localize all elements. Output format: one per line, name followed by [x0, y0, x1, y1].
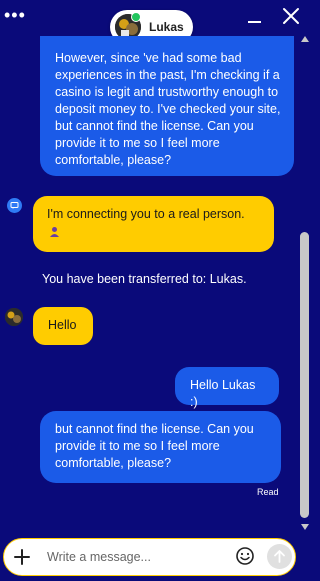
system-message: You have been transferred to: Lukas. [42, 272, 247, 286]
bot-message-bubble: I'm connecting you to a real person. [33, 196, 274, 252]
user-message-bubble: Hello Lukas :) [175, 367, 279, 409]
message-text: Hello [48, 318, 77, 332]
add-icon[interactable] [12, 547, 32, 567]
agent-avatar-small [5, 308, 23, 326]
agent-message-bubble: Hello [33, 307, 93, 345]
read-receipt: Read [257, 487, 279, 497]
scrollbar-thumb[interactable] [300, 232, 309, 518]
scroll-up-arrow-icon[interactable] [301, 36, 309, 42]
message-text: Hello Lukas :) [190, 378, 256, 409]
user-message-bubble: but cannot find the license. Can you pro… [40, 411, 281, 483]
bot-icon [7, 198, 22, 213]
agent-name: Lukas [149, 20, 184, 34]
message-text: but cannot find the license. Can you pro… [55, 422, 254, 470]
scrollbar[interactable] [300, 36, 310, 534]
close-icon[interactable] [282, 7, 302, 27]
online-status-dot [131, 12, 141, 22]
message-text: I'm connecting you to a real person. [47, 207, 245, 221]
emoji-icon[interactable] [235, 546, 255, 566]
scroll-down-arrow-icon[interactable] [301, 524, 309, 530]
menu-dots-icon[interactable]: ••• [4, 6, 26, 24]
person-icon [50, 227, 59, 238]
send-button[interactable] [267, 544, 292, 569]
minimize-icon[interactable] [247, 12, 263, 28]
send-arrow-icon [274, 550, 285, 563]
message-composer [3, 538, 296, 576]
user-message-bubble: However, since 've had some bad experien… [40, 36, 294, 176]
message-text: However, since 've had some bad experien… [55, 51, 281, 167]
message-input[interactable] [47, 548, 227, 566]
